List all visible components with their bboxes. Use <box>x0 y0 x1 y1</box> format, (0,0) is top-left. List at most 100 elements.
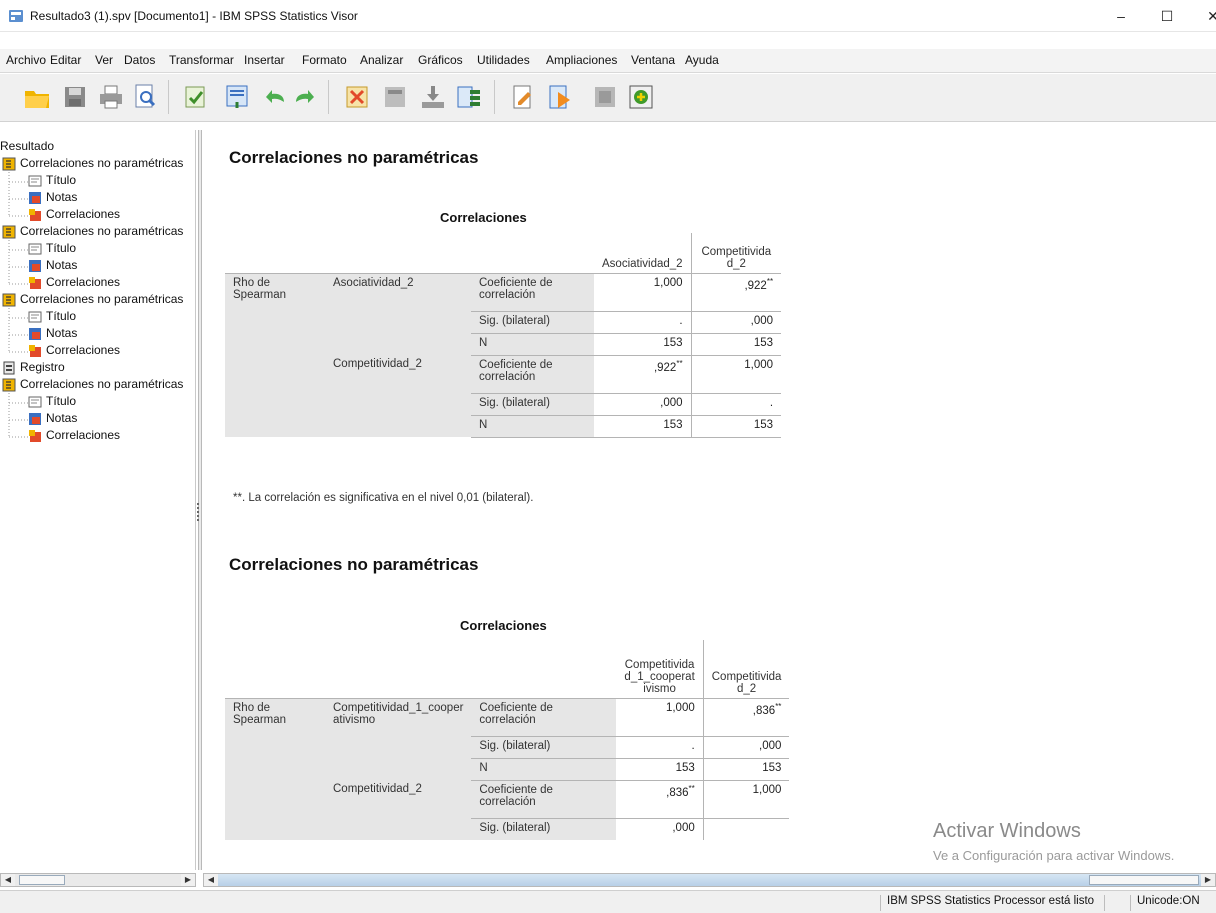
outline-horizontal-scrollbar[interactable]: ◀ ▶ <box>0 873 196 887</box>
menu-ventana[interactable]: Ventana <box>631 53 675 67</box>
scroll-right-arrow-icon[interactable]: ▶ <box>181 874 195 886</box>
hide-icon[interactable] <box>590 82 620 112</box>
minimize-button[interactable]: – <box>1098 0 1144 32</box>
table-cell <box>702 818 790 840</box>
table-cell: ,922** <box>690 273 782 312</box>
stat-label: Sig. (bilateral) <box>471 818 617 840</box>
status-empty-segment <box>1104 895 1128 911</box>
menu-editar[interactable]: Editar <box>50 53 81 67</box>
stat-label: Coeficiente de correlación <box>471 273 594 312</box>
menu-formato[interactable]: Formato <box>302 53 347 67</box>
menu-insertar[interactable]: Insertar <box>244 53 285 67</box>
designate-window-icon[interactable] <box>544 82 574 112</box>
output-horizontal-scrollbar[interactable]: ◀ ▶ <box>203 873 1216 887</box>
stat-label: Sig. (bilateral) <box>471 393 594 416</box>
output-heading[interactable]: Correlaciones no paramétricas <box>229 555 478 575</box>
menu-archivo[interactable]: Archivo <box>6 53 46 67</box>
open-icon[interactable] <box>22 82 52 112</box>
variables-icon[interactable] <box>454 82 484 112</box>
status-bar: IBM SPSS Statistics Processor está listo… <box>0 890 1216 913</box>
spss-app-icon <box>9 10 23 22</box>
unicode-status: Unicode:ON <box>1130 895 1200 911</box>
column-header: Competitivida d_2 <box>690 233 782 274</box>
undo-icon[interactable] <box>260 82 290 112</box>
table-cell: ,000 <box>616 818 704 840</box>
variable-label: Competitividad_1_cooper ativismo <box>325 698 472 780</box>
title-bar: Resultado3 (1).spv [Documento1] - IBM SP… <box>0 0 1216 32</box>
scrollbar-thumb[interactable] <box>19 875 65 885</box>
recall-dialog-icon[interactable] <box>222 82 252 112</box>
tree-connectors <box>8 172 28 438</box>
menu-ampliaciones[interactable]: Ampliaciones <box>546 53 617 67</box>
output-heading[interactable]: Correlaciones no paramétricas <box>229 148 478 168</box>
stat-label: N <box>471 758 617 781</box>
row-group-label: Rho de Spearman <box>225 698 325 840</box>
menu-ver[interactable]: Ver <box>95 53 113 67</box>
table-cell: ,000 <box>702 736 790 759</box>
table-cell: ,000 <box>594 393 692 416</box>
close-button[interactable]: ✕ <box>1190 0 1216 32</box>
menu-bar: Archivo Editar Ver Datos Transformar Ins… <box>0 49 1216 73</box>
variable-label: Asociatividad_2 <box>325 273 471 355</box>
table-title: Correlaciones <box>440 210 527 225</box>
menu-utilidades[interactable]: Utilidades <box>477 53 530 67</box>
save-icon[interactable] <box>60 82 90 112</box>
table-cell: 1,000 <box>616 698 704 737</box>
splitter-grip[interactable] <box>197 503 199 521</box>
output-pane: Correlaciones no paramétricas Correlacio… <box>203 130 1216 870</box>
redo-icon[interactable] <box>290 82 320 112</box>
outline-pane: Resultado Correlaciones no paramétricas … <box>0 130 196 870</box>
insert-output-icon[interactable] <box>508 82 538 112</box>
table-cell: 153 <box>594 415 692 438</box>
table-cell: 1,000 <box>702 780 790 819</box>
add-icon[interactable] <box>626 82 656 112</box>
menu-graficos[interactable]: Gráficos <box>418 53 463 67</box>
variable-label: Competitividad_2 <box>325 355 471 437</box>
table-cell: . <box>690 393 782 416</box>
menu-analizar[interactable]: Analizar <box>360 53 403 67</box>
pane-splitter[interactable] <box>198 130 202 870</box>
goto-data-icon[interactable] <box>342 82 372 112</box>
activation-watermark-title: Activar Windows <box>933 820 1081 842</box>
stat-label: Coeficiente de correlación <box>471 355 594 394</box>
print-preview-icon[interactable] <box>130 82 160 112</box>
table-cell: ,836** <box>616 780 704 819</box>
window-title: Resultado3 (1).spv [Documento1] - IBM SP… <box>30 9 358 23</box>
row-group-label: Rho de Spearman <box>225 273 325 437</box>
table-cell: 153 <box>616 758 704 781</box>
column-header: Competitivida d_2 <box>702 640 790 699</box>
toolbar-separator <box>168 80 169 114</box>
table-footnote: **. La correlación es significativa en e… <box>233 492 534 504</box>
goto-variable-icon[interactable] <box>418 82 448 112</box>
correlation-table[interactable]: Competitivida d_1_cooperat ivismo Compet… <box>225 640 790 840</box>
scrollbar-thumb[interactable] <box>1089 875 1199 885</box>
goto-case-icon[interactable] <box>380 82 410 112</box>
toolbar-separator <box>494 80 495 114</box>
toolbar <box>0 74 1216 122</box>
table-cell: 153 <box>690 415 782 438</box>
table-cell: . <box>616 736 704 759</box>
maximize-button[interactable]: ☐ <box>1144 0 1190 32</box>
table-cell: 153 <box>690 333 782 356</box>
stat-label: N <box>471 415 594 438</box>
table-title: Correlaciones <box>460 618 547 633</box>
stat-label: Sig. (bilateral) <box>471 311 594 334</box>
stat-label: Coeficiente de correlación <box>471 780 617 819</box>
print-icon[interactable] <box>96 82 126 112</box>
menu-ayuda[interactable]: Ayuda <box>685 53 719 67</box>
correlation-table[interactable]: Asociatividad_2 Competitivida d_2 Rho de… <box>225 233 782 438</box>
scroll-left-arrow-icon[interactable]: ◀ <box>204 874 218 886</box>
table-cell: 153 <box>594 333 692 356</box>
stat-label: Coeficiente de correlación <box>471 698 617 737</box>
stat-label: Sig. (bilateral) <box>471 736 617 759</box>
menu-transformar[interactable]: Transformar <box>169 53 234 67</box>
activation-watermark-subtitle: Ve a Configuración para activar Windows. <box>933 848 1175 863</box>
export-icon[interactable] <box>180 82 210 112</box>
table-cell: . <box>594 311 692 334</box>
variable-label: Competitividad_2 <box>325 780 472 840</box>
scroll-left-arrow-icon[interactable]: ◀ <box>1 874 15 886</box>
menu-datos[interactable]: Datos <box>124 53 155 67</box>
stat-label: N <box>471 333 594 356</box>
scroll-right-arrow-icon[interactable]: ▶ <box>1201 874 1215 886</box>
table-cell: ,922** <box>594 355 692 394</box>
